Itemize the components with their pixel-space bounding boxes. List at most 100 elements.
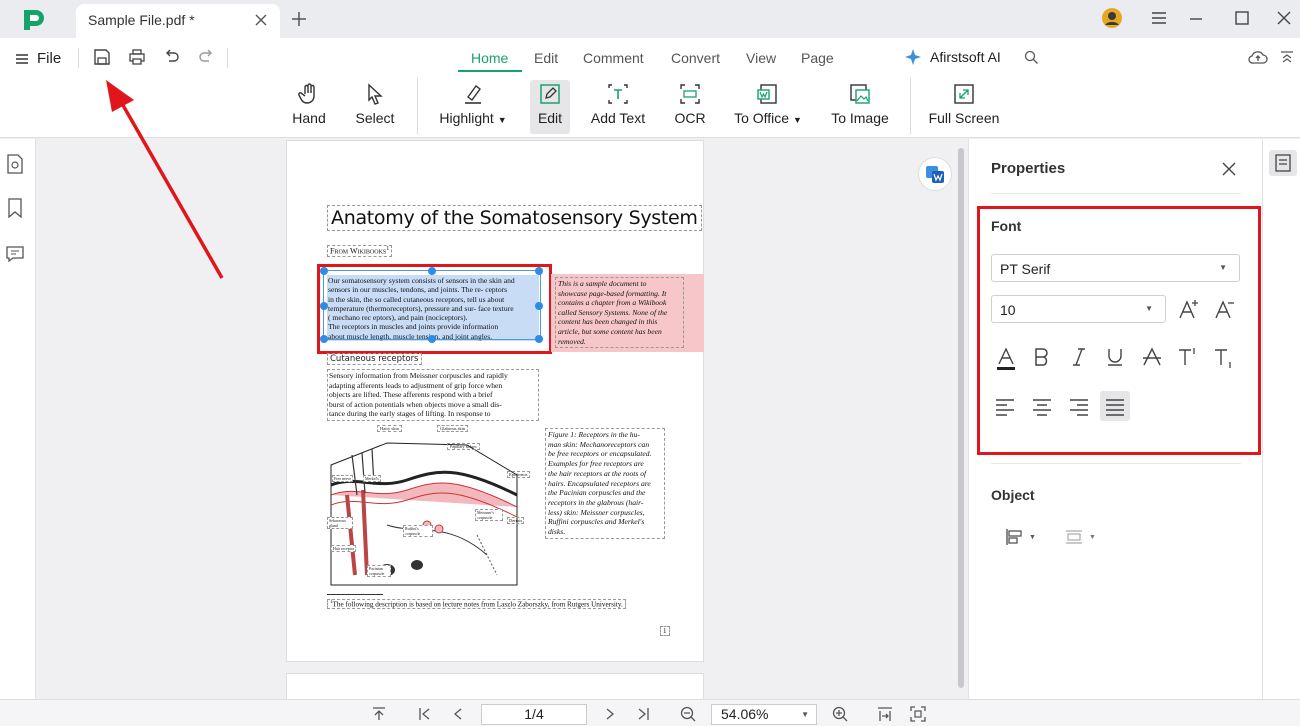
highlight-tool-button[interactable]: Highlight ▼: [434, 82, 512, 132]
ai-button[interactable]: Afirstsoft AI: [904, 48, 1001, 66]
document-source[interactable]: From Wikibooks1: [327, 245, 393, 257]
font-color-icon[interactable]: [995, 347, 1017, 371]
redo-icon[interactable]: [197, 48, 215, 66]
close-panel-icon[interactable]: [1222, 162, 1236, 176]
underline-icon[interactable]: [1105, 347, 1125, 367]
collapse-ribbon-icon[interactable]: [1280, 50, 1294, 64]
undo-icon[interactable]: [163, 48, 181, 66]
tab-home[interactable]: Home: [471, 50, 508, 66]
print-icon[interactable]: [128, 48, 146, 66]
page-thumbnail-icon[interactable]: [6, 154, 24, 174]
highlighter-icon: [461, 82, 485, 106]
object-align-dropdown[interactable]: ▼: [1005, 528, 1036, 546]
section-heading[interactable]: Cutaneous receptors: [327, 353, 422, 365]
fit-page-icon[interactable]: [910, 706, 926, 722]
hand-tool-label: Hand: [292, 110, 326, 126]
highlight-tool-label: Highlight: [439, 110, 494, 126]
bold-icon[interactable]: [1032, 347, 1052, 367]
tab-view[interactable]: View: [746, 50, 776, 66]
comment-icon[interactable]: [6, 245, 24, 263]
strikethrough-icon[interactable]: [1142, 347, 1162, 367]
add-text-button[interactable]: Add Text: [588, 82, 648, 132]
close-window-icon[interactable]: [1276, 10, 1292, 26]
hand-tool-button[interactable]: Hand: [289, 82, 329, 132]
font-family-dropdown[interactable]: PT Serif ▼: [991, 254, 1240, 282]
to-office-label: To Office: [734, 110, 790, 126]
fit-width-icon[interactable]: [877, 706, 893, 722]
user-avatar[interactable]: [1101, 7, 1123, 29]
body-paragraph[interactable]: Sensory information from Meissner corpus…: [327, 369, 539, 421]
sample-note-text[interactable]: This is a sample document to showcase pa…: [555, 277, 684, 349]
font-family-value: PT Serif: [1000, 261, 1051, 277]
file-menu-button[interactable]: File: [15, 50, 61, 67]
select-tool-button[interactable]: Select: [354, 82, 396, 132]
next-page-icon[interactable]: [603, 707, 617, 721]
tab-convert[interactable]: Convert: [671, 50, 720, 66]
zoom-dropdown[interactable]: 54.06% ▼: [711, 704, 817, 725]
tab-edit[interactable]: Edit: [534, 50, 558, 66]
increase-font-size-icon[interactable]: [1178, 298, 1200, 320]
label-pacinian: Pacinian corpuscle: [367, 565, 391, 577]
align-left-icon[interactable]: [995, 398, 1015, 416]
hand-icon: [297, 82, 321, 106]
close-tab-icon[interactable]: [254, 13, 268, 27]
tab-page[interactable]: Page: [801, 50, 834, 66]
document-tab[interactable]: Sample File.pdf *: [76, 4, 280, 38]
footnote-rule: [327, 594, 383, 595]
properties-toggle-icon[interactable]: [1269, 150, 1297, 176]
object-distribute-dropdown[interactable]: ▼: [1065, 528, 1096, 546]
translate-button[interactable]: [918, 157, 952, 191]
font-size-dropdown[interactable]: 10 ▼: [991, 295, 1166, 323]
right-rail: [1262, 139, 1300, 699]
text-line: the Pacinian corpuscles and the: [548, 488, 646, 498]
decrease-font-size-icon[interactable]: [1214, 298, 1236, 320]
text-line: receptors in the glabrous (hair-: [548, 497, 644, 507]
first-page-top-icon[interactable]: [372, 707, 386, 721]
align-justify-icon[interactable]: [1100, 391, 1130, 421]
new-tab-icon[interactable]: [291, 11, 307, 27]
caret-down-icon: ▼: [497, 115, 507, 125]
search-icon[interactable]: [1024, 50, 1039, 65]
align-center-icon[interactable]: [1032, 398, 1052, 416]
text-line: adapting afferents leads to adjustment o…: [329, 380, 503, 390]
superscript-icon[interactable]: [1178, 347, 1200, 367]
ocr-icon: [678, 82, 702, 106]
last-page-icon[interactable]: [636, 707, 650, 721]
scrollbar-thumb[interactable]: [958, 148, 964, 688]
zoom-in-icon[interactable]: [832, 706, 848, 722]
align-right-icon[interactable]: [1069, 398, 1089, 416]
text-line: This is a sample document to: [558, 279, 647, 288]
source-footnote-mark: 1: [386, 246, 390, 252]
to-office-button[interactable]: To Office ▼: [730, 82, 806, 132]
save-icon[interactable]: [93, 48, 111, 66]
label-glabrous-skin: Glabrous skin: [437, 425, 469, 432]
maximize-icon[interactable]: [1234, 10, 1250, 26]
text-line: disks.: [548, 527, 566, 537]
minimize-icon[interactable]: [1188, 11, 1204, 27]
bookmark-icon[interactable]: [7, 198, 23, 218]
figure-caption[interactable]: Figure 1: Receptors in the hu- man skin:…: [545, 428, 665, 539]
caret-down-icon: ▼: [801, 710, 809, 719]
annotation-arrow: [100, 78, 230, 284]
zoom-value: 54.06%: [721, 706, 769, 722]
left-sidebar: [0, 139, 36, 699]
footnote[interactable]: 1The following description is based on l…: [327, 599, 626, 610]
edit-tool-button[interactable]: Edit: [530, 80, 570, 134]
to-image-button[interactable]: To Image: [828, 82, 892, 132]
previous-page-icon[interactable]: [451, 707, 465, 721]
italic-icon[interactable]: [1069, 347, 1089, 367]
edit-tool-label: Edit: [537, 110, 563, 126]
vertical-scrollbar[interactable]: [957, 143, 965, 699]
cloud-upload-icon[interactable]: [1248, 49, 1268, 65]
full-screen-button[interactable]: Full Screen: [928, 82, 1000, 132]
subscript-icon[interactable]: [1214, 347, 1236, 369]
zoom-out-icon[interactable]: [680, 706, 696, 722]
document-title[interactable]: Anatomy of the Somatosensory System: [327, 205, 702, 231]
page-number-input[interactable]: 1/4: [481, 704, 587, 725]
menu-icon[interactable]: [1151, 10, 1167, 26]
tab-comment[interactable]: Comment: [583, 50, 644, 66]
first-page-icon[interactable]: [418, 707, 432, 721]
ocr-button[interactable]: OCR: [672, 82, 708, 132]
label-hair-receptor: Hair receptor: [331, 545, 357, 552]
align-objects-icon: [1006, 529, 1022, 545]
